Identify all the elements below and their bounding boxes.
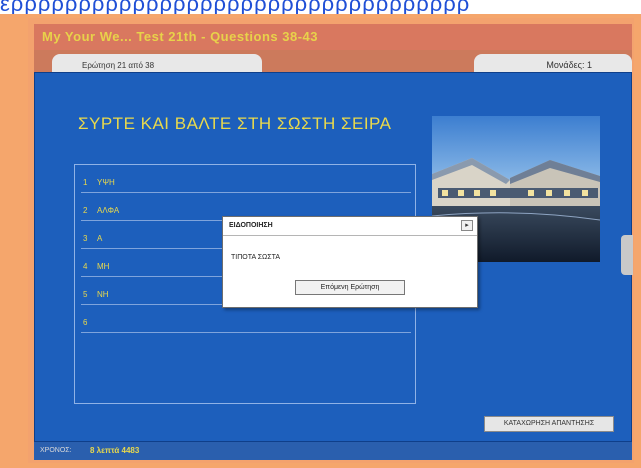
info-bar: Ερώτηση 21 από 38 Μονάδες: 1 — [34, 50, 632, 72]
dialog-title: ΕΙΔΟΠΟΙΗΣΗ — [229, 222, 273, 229]
list-item-text[interactable]: ΝΗ — [97, 290, 109, 299]
list-item[interactable]: 6 — [81, 313, 411, 333]
top-link-text[interactable]: ερρρρρρρρρρρρρρρρρρρρρρρρρρρρρρρρρρ — [0, 0, 470, 14]
notification-dialog: ΕΙΔΟΠΟΙΗΣΗ ▸ ΤΙΠΟΤΑ ΣΩΣΤΑ Επόμενη Ερώτησ… — [222, 216, 478, 308]
list-item[interactable]: 1 ΥΨΗ — [81, 173, 411, 193]
next-question-button[interactable]: Επόμενη Ερώτηση — [295, 280, 405, 295]
dialog-message: ΤΙΠΟΤΑ ΣΩΣΤΑ — [231, 254, 281, 261]
list-item-number: 2 — [83, 206, 88, 215]
list-item-text[interactable]: ΑΛΦΑ — [97, 206, 119, 215]
submit-answer-button[interactable]: ΚΑΤΑΧΩΡΗΣΗ ΑΠΑΝΤΗΣΗΣ — [484, 416, 614, 432]
status-bar: ΧΡΟΝΟΣ: 8 λεπτά 4483 — [34, 442, 632, 460]
score-tab: Μονάδες: 1 — [474, 54, 632, 72]
side-scroll-tab[interactable] — [621, 235, 633, 275]
score-label: Μονάδες: 1 — [546, 60, 592, 70]
dialog-close-icon[interactable]: ▸ — [461, 220, 473, 231]
time-remaining: 8 λεπτά 4483 — [90, 446, 140, 455]
question-counter-tab: Ερώτηση 21 από 38 — [52, 54, 262, 72]
list-item-number: 6 — [83, 318, 88, 327]
status-prefix: ΧΡΟΝΟΣ: — [40, 447, 72, 454]
top-link-strip[interactable]: ερρρρρρρρρρρρρρρρρρρρρρρρρρρρρρρρρρ — [0, 0, 641, 14]
dialog-title-bar: ΕΙΔΟΠΟΙΗΣΗ ▸ — [223, 217, 477, 236]
list-item-number: 1 — [83, 178, 88, 187]
question-counter: Ερώτηση 21 από 38 — [82, 61, 155, 70]
question-instruction: ΣΥΡΤΕ ΚΑΙ ΒΑΛΤΕ ΣΤΗ ΣΩΣΤΗ ΣΕΙΡΑ — [78, 114, 392, 133]
window-title: My Your We... Test 21th - Questions 38-4… — [42, 29, 318, 44]
list-item-text[interactable]: ΜΗ — [97, 262, 109, 271]
list-item-text[interactable]: Α — [97, 234, 102, 243]
list-item-text[interactable]: ΥΨΗ — [97, 178, 115, 187]
list-item-number: 3 — [83, 234, 88, 243]
list-item-number: 4 — [83, 262, 88, 271]
list-item-number: 5 — [83, 290, 88, 299]
window-title-bar: My Your We... Test 21th - Questions 38-4… — [34, 24, 632, 50]
